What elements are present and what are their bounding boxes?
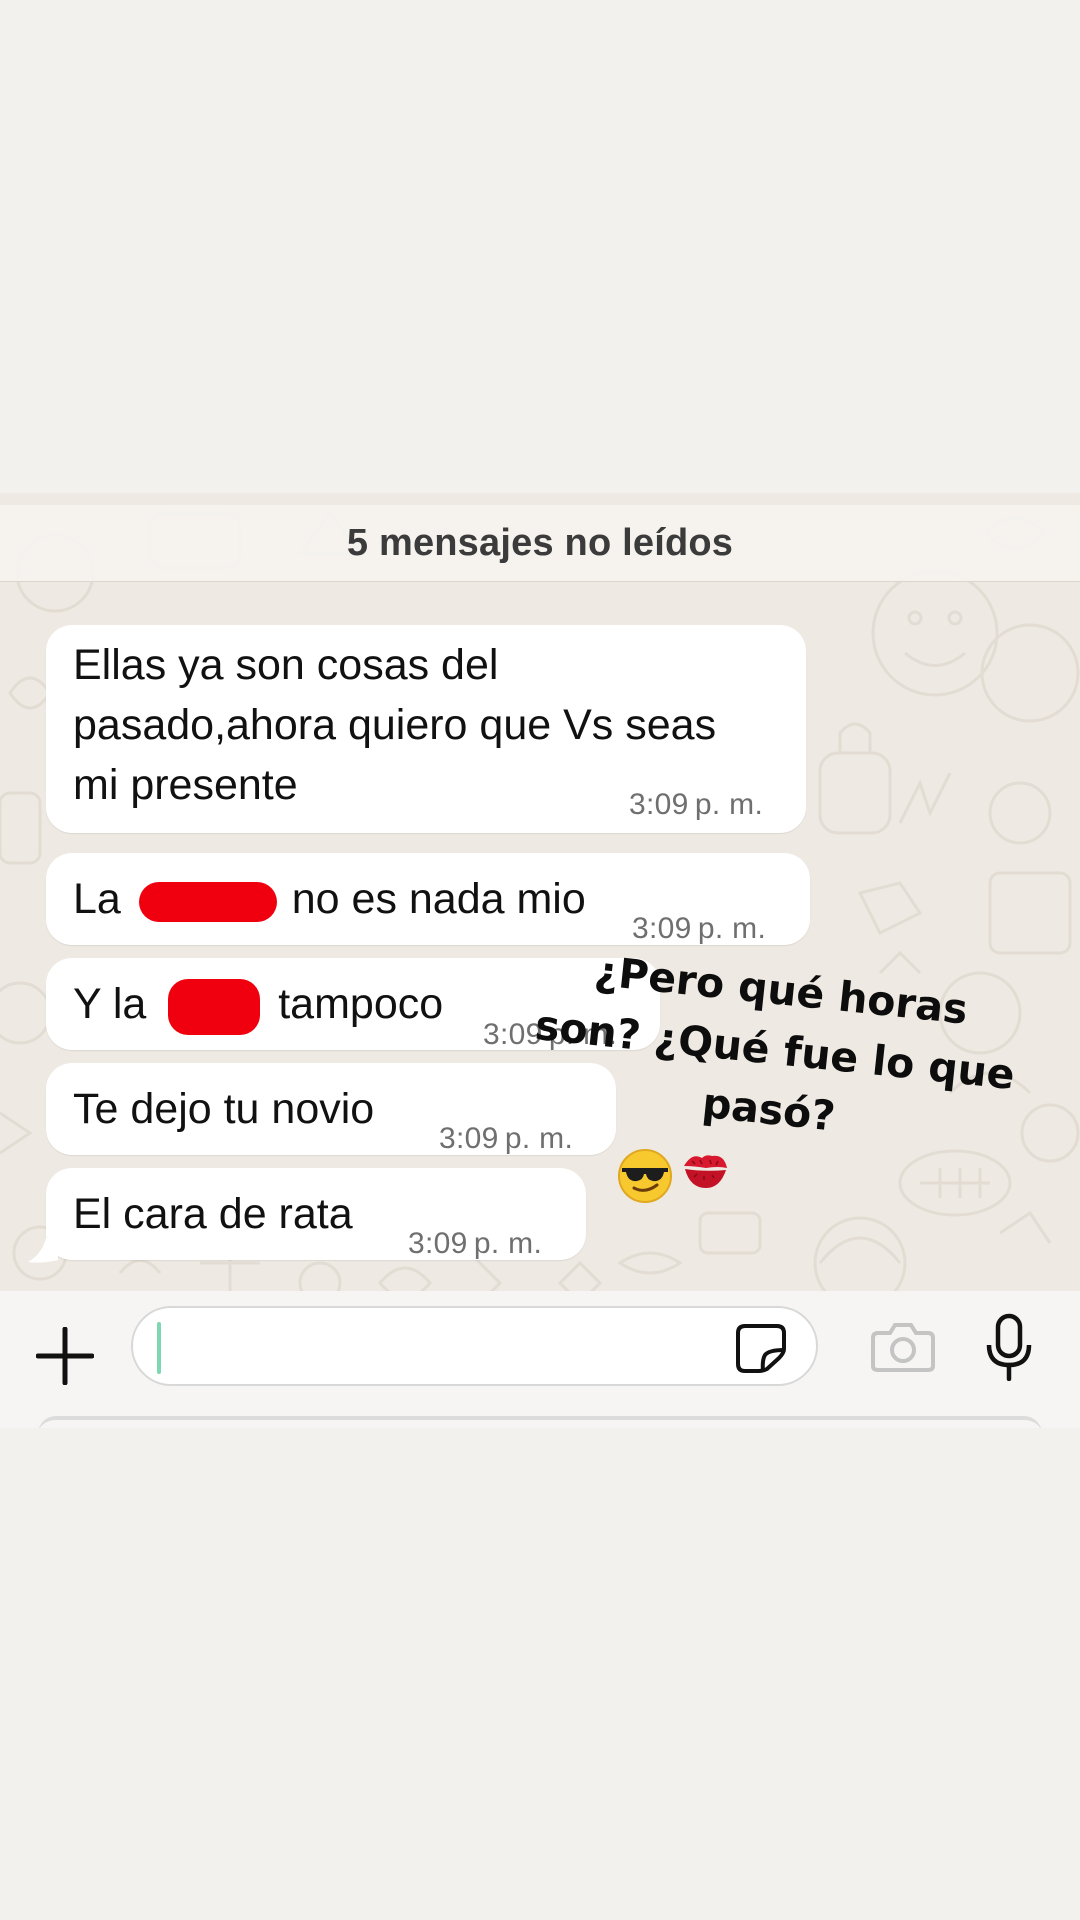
message-composer [0,1291,1080,1428]
redacted-name-mark [168,978,261,1035]
message-bubble[interactable]: El cara de rata 3:09 p. m. [46,1168,586,1260]
message-text-line: pasado,ahora quiero que Vs seas [73,701,717,749]
microphone-icon[interactable] [985,1313,1033,1381]
bubble-tail [28,1238,58,1263]
message-bubble[interactable]: La no es nada mio 3:09 p. m. [46,853,810,945]
message-text-prefix: La [73,875,121,923]
message-text: Te dejo tu novio [73,1085,375,1133]
message-text-prefix: Y la [73,980,147,1028]
message-text: El cara de rata [73,1190,353,1238]
sticker-icon[interactable] [735,1323,787,1373]
story-frame: 5 mensajes no leídos Ellas ya son cosas … [0,0,1080,1920]
keyboard-top-edge [38,1416,1042,1428]
message-bubble[interactable]: Ellas ya son cosas del pasado,ahora quie… [46,625,806,833]
unread-messages-label: 5 mensajes no leídos [346,521,734,564]
message-text-line: Ellas ya son cosas del [73,641,499,689]
message-text-suffix: no es nada mio [291,875,586,923]
kiss-mark-emoji-icon [684,1155,727,1188]
redacted-name-mark [138,881,277,922]
unread-messages-banner: 5 mensajes no leídos [0,505,1080,582]
message-text-suffix: tampoco [278,980,444,1028]
sunglasses-emoji-icon [618,1149,672,1203]
message-text-line: mi presente [73,761,298,809]
message-timestamp: 3:09 p. m. [629,788,764,821]
plus-icon[interactable] [36,1327,94,1385]
message-input[interactable] [131,1306,818,1386]
camera-icon[interactable] [870,1321,936,1373]
message-timestamp: 3:09 p. m. [439,1122,574,1155]
message-timestamp: 3:09 p. m. [408,1227,543,1260]
text-caret [157,1322,161,1374]
